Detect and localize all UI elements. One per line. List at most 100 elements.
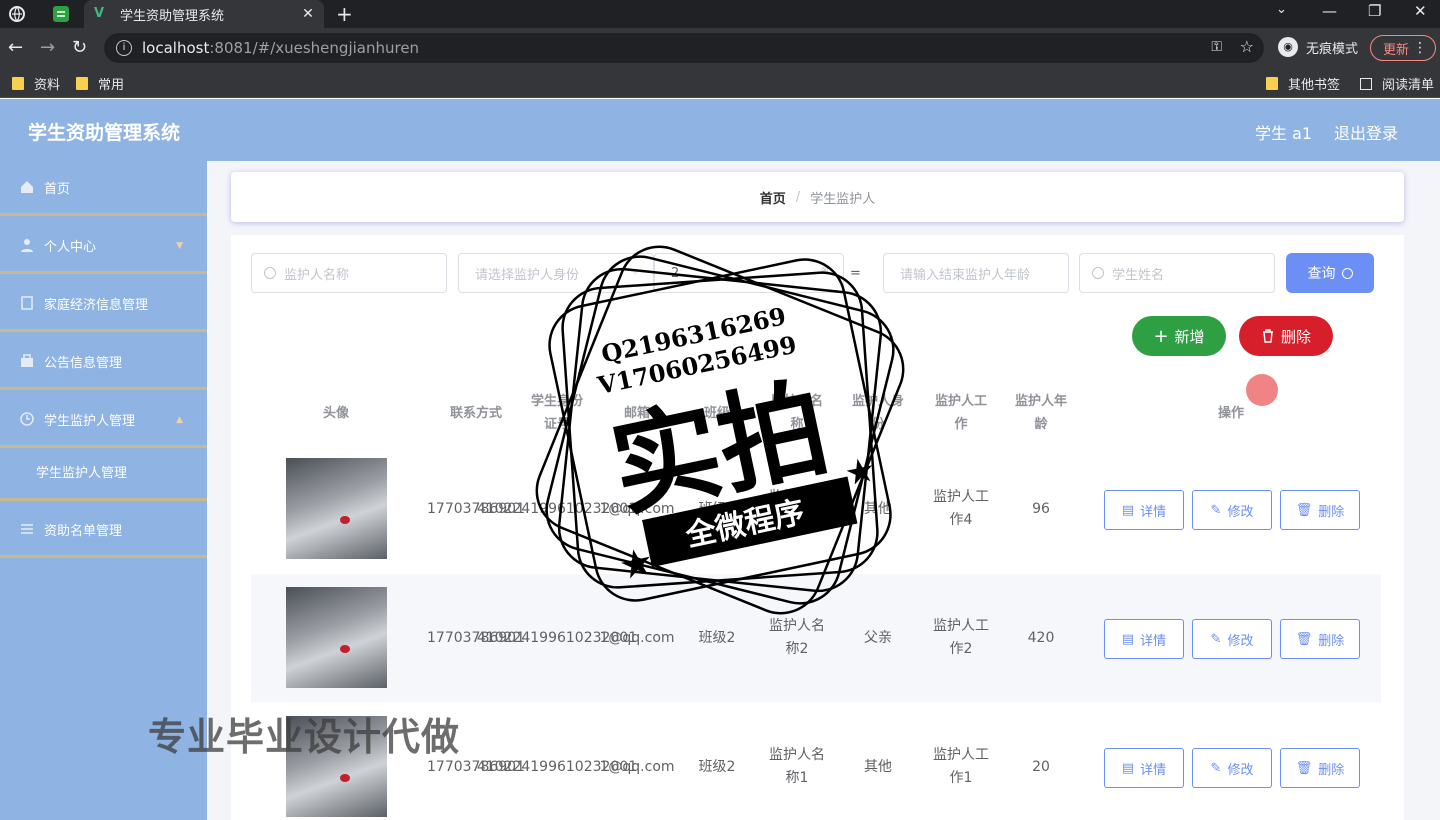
guardian-name-input[interactable]: 监护人名称 bbox=[251, 253, 447, 293]
cell-identity: 其他 bbox=[864, 500, 892, 517]
cell-identity: 父亲 bbox=[864, 629, 892, 646]
sidebar-item-home[interactable]: 首页 bbox=[0, 161, 207, 216]
other-bookmarks[interactable]: 其他书签 bbox=[1266, 74, 1340, 93]
col-header-idcard: 学生身份证号 bbox=[530, 394, 583, 432]
back-icon[interactable]: ← bbox=[8, 37, 23, 58]
delete-button[interactable]: 🗑 删除 bbox=[1280, 748, 1360, 788]
bookmark-folder-1[interactable]: 资料 bbox=[12, 74, 60, 93]
edit-button[interactable]: ✎ 修改 bbox=[1192, 619, 1272, 659]
cell-idcard: 410224199610232001 bbox=[476, 500, 638, 517]
reading-list-icon bbox=[1360, 77, 1372, 90]
forward-icon[interactable]: → bbox=[40, 37, 55, 58]
sidebar-item-family-economy[interactable]: 家庭经济信息管理 bbox=[0, 277, 207, 332]
trash-icon: 🗑 bbox=[1295, 502, 1313, 518]
cell-guardian-name: 监护人名称2 bbox=[769, 618, 825, 657]
tab-search-chevron-icon[interactable]: ⌄ bbox=[1276, 2, 1287, 17]
globe-icon[interactable] bbox=[8, 5, 26, 23]
table-row: 17703786901 410224199610232001 1@qq.com … bbox=[251, 445, 1381, 573]
chevron-down-icon: ⌵ bbox=[631, 266, 639, 277]
reload-icon[interactable]: ↻ bbox=[72, 37, 87, 58]
edit-button[interactable]: ✎ 修改 bbox=[1192, 490, 1272, 530]
browser-tab-bar: V 学生资助管理系统 ✕ + ⌄ — ❐ ✕ bbox=[0, 0, 1440, 28]
more-menu-icon[interactable]: ⋮ bbox=[1413, 40, 1427, 56]
detail-button[interactable]: ▤ 详情 bbox=[1104, 490, 1184, 530]
edit-icon: ✎ bbox=[1210, 502, 1222, 518]
browser-tab-active[interactable]: V 学生资助管理系统 ✕ bbox=[84, 0, 324, 28]
cell-age: 96 bbox=[1032, 500, 1050, 517]
incognito-label: 无痕模式 bbox=[1306, 41, 1359, 57]
page-scrollbar[interactable] bbox=[1426, 161, 1440, 820]
col-header-phone: 联系方式 bbox=[449, 406, 502, 421]
minimize-icon[interactable]: — bbox=[1322, 2, 1337, 20]
bookmark-star-icon[interactable]: ☆ bbox=[1240, 37, 1254, 56]
col-header-guardian-name: 监护人名称 bbox=[770, 394, 823, 432]
delete-button[interactable]: 🗑 删除 bbox=[1280, 490, 1360, 530]
new-tab-button[interactable]: + bbox=[336, 2, 353, 26]
query-button[interactable]: 查询 bbox=[1286, 253, 1374, 293]
add-button[interactable]: + 新增 bbox=[1132, 316, 1226, 356]
sidebar-item-aid-list[interactable]: 资助名单管理 bbox=[0, 503, 207, 558]
col-header-avatar: 头像 bbox=[322, 406, 349, 421]
current-user[interactable]: 学生 a1 bbox=[1255, 120, 1312, 144]
restore-icon[interactable]: ❐ bbox=[1368, 2, 1381, 20]
app-header: 学生资助管理系统 学生 a1 退出登录 bbox=[0, 99, 1440, 161]
sidebar-item-profile[interactable]: 个人中心 ▼ bbox=[0, 219, 207, 274]
cell-class: 班级2 bbox=[698, 758, 736, 775]
update-label: 更新 bbox=[1383, 42, 1410, 58]
app-brand: 学生资助管理系统 bbox=[28, 122, 181, 144]
guardian-avatar bbox=[286, 587, 387, 688]
col-header-age: 监护人年龄 bbox=[1014, 394, 1067, 432]
edit-button[interactable]: ✎ 修改 bbox=[1192, 748, 1272, 788]
sidebar-item-guardian[interactable]: 学生监护人管理 ▲ bbox=[0, 393, 207, 448]
detail-button[interactable]: ▤ 详情 bbox=[1104, 748, 1184, 788]
close-window-icon[interactable]: ✕ bbox=[1414, 2, 1427, 20]
doc-icon bbox=[21, 296, 33, 310]
batch-delete-button[interactable]: 删除 bbox=[1239, 316, 1333, 356]
update-button[interactable]: 更新 ⋮ bbox=[1370, 35, 1436, 61]
col-header-email: 邮箱 bbox=[623, 406, 650, 421]
site-info-icon[interactable]: i bbox=[116, 40, 132, 56]
folder-icon bbox=[1266, 77, 1278, 90]
cell-job: 监护人工作1 bbox=[933, 747, 989, 786]
folder-icon bbox=[76, 77, 88, 90]
cell-email: 1@qq.com bbox=[599, 758, 675, 775]
detail-button[interactable]: ▤ 详情 bbox=[1104, 619, 1184, 659]
breadcrumb-home[interactable]: 首页 bbox=[760, 188, 786, 207]
reading-list[interactable]: 阅读清单 bbox=[1360, 74, 1434, 93]
cell-idcard: 410224199610232001 bbox=[476, 758, 638, 775]
guardian-identity-select[interactable]: 请选择监护人身份 ⌵ bbox=[458, 253, 654, 293]
incognito-indicator[interactable]: ◉ 无痕模式 bbox=[1278, 37, 1358, 57]
cell-idcard: 410224199610232001 bbox=[476, 629, 638, 646]
age-end-input[interactable]: 请输入结束监护人年龄 bbox=[883, 253, 1069, 293]
bag-icon bbox=[21, 354, 33, 367]
search-icon bbox=[264, 267, 276, 279]
cell-class: 班级2 bbox=[698, 500, 736, 517]
delete-button[interactable]: 🗑 删除 bbox=[1280, 619, 1360, 659]
app-icon[interactable] bbox=[52, 5, 70, 23]
watermark-bottom-text: 专业毕业设计代做 bbox=[148, 715, 461, 759]
breadcrumb-current: 学生监护人 bbox=[810, 191, 876, 207]
list-icon bbox=[21, 524, 33, 534]
col-header-class: 班级 bbox=[703, 406, 730, 421]
cell-email: 1@qq.com bbox=[599, 500, 675, 517]
key-icon[interactable]: ⚿ bbox=[1211, 39, 1222, 55]
bookmark-folder-2[interactable]: 常用 bbox=[76, 74, 124, 93]
student-name-input[interactable]: 学生姓名 bbox=[1079, 253, 1275, 293]
clock-icon bbox=[20, 412, 34, 426]
url-host: localhost bbox=[142, 39, 210, 57]
search-icon bbox=[1092, 267, 1104, 279]
tab-close-icon[interactable]: ✕ bbox=[298, 6, 318, 22]
browser-address-bar: ← → ↻ i localhost:8081/#/xueshengjianhur… bbox=[0, 28, 1440, 68]
cell-email: 1@qq.com bbox=[599, 629, 675, 646]
sidebar-subitem-guardian[interactable]: 学生监护人管理 bbox=[0, 445, 207, 501]
url-field[interactable]: i localhost:8081/#/xueshengjianhuren ⚿ ☆ bbox=[104, 33, 1264, 63]
chevron-up-icon: ▲ bbox=[176, 415, 183, 425]
cell-identity: 其他 bbox=[864, 758, 892, 775]
clear-icon[interactable]: ⊗ bbox=[821, 265, 829, 276]
edit-icon: ✎ bbox=[1210, 631, 1222, 647]
col-header-job: 监护人工作 bbox=[934, 394, 987, 432]
document-icon: ▤ bbox=[1121, 631, 1135, 647]
age-start-input[interactable]: 2 ⊗ bbox=[654, 253, 844, 293]
sidebar-item-announcement[interactable]: 公告信息管理 bbox=[0, 335, 207, 390]
logout-link[interactable]: 退出登录 bbox=[1334, 120, 1398, 144]
